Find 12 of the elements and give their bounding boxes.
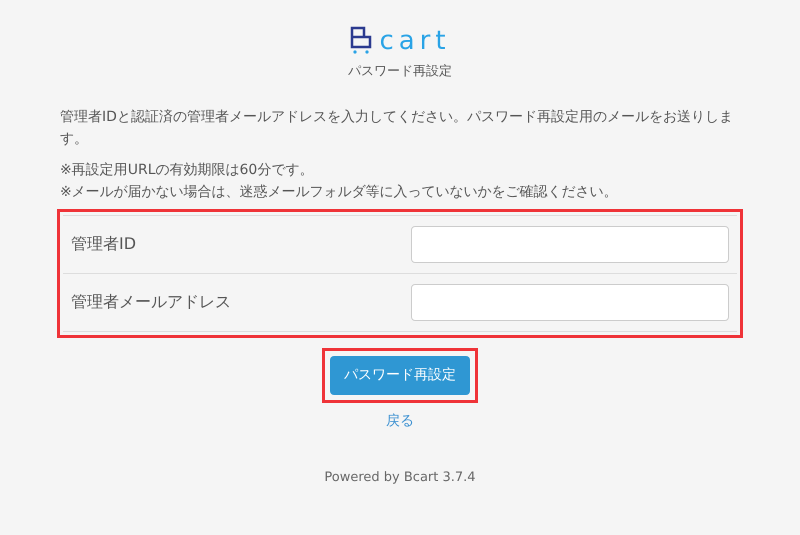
- back-link[interactable]: 戻る: [386, 412, 414, 429]
- intro-text: 管理者IDと認証済の管理者メールアドレスを入力してください。パスワード再設定用のメールをお送りします。: [60, 108, 734, 150]
- note-text: ※メールが届かない場合は、迷惑メールフォルダ等に入っていないかをご確認ください。: [60, 183, 619, 202]
- note-text: ※再設定用URLの有効期限は60分です。: [60, 160, 314, 180]
- field-label: 管理者メールアドレス: [71, 291, 232, 314]
- input-field[interactable]: [411, 226, 729, 263]
- field-label: 管理者ID: [71, 233, 138, 256]
- page-subtitle: パスワード再設定: [348, 64, 452, 79]
- footer-text: Powered by Bcart 3.7.4: [324, 470, 476, 485]
- input-field[interactable]: [411, 284, 729, 321]
- logo-text: cart: [379, 28, 451, 54]
- reset-password-button[interactable]: パスワード再設定: [330, 356, 470, 395]
